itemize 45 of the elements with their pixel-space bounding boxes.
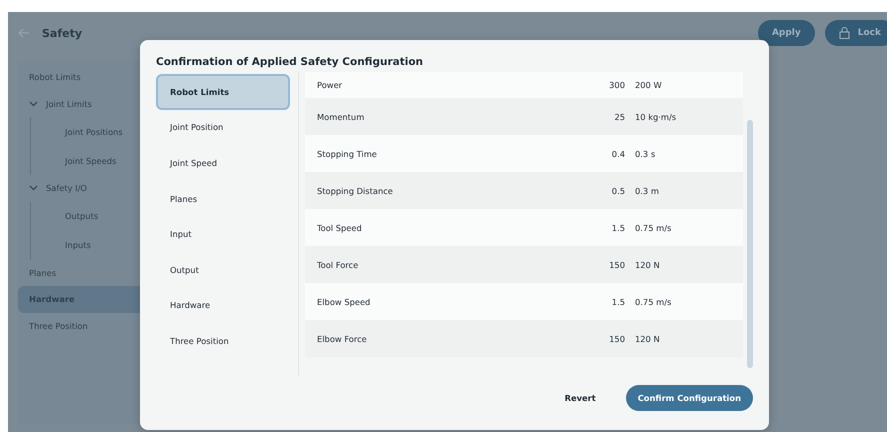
reduced-value: 120 N [634,334,661,344]
reduced-value: 120 N [634,260,661,270]
category-tab[interactable]: Hardware [156,288,290,324]
lock-button[interactable]: Lock [824,20,887,46]
confirm-button[interactable]: Confirm Configuration [626,385,753,411]
limit-value: 1.5 [610,296,625,306]
sidebar-item[interactable]: Joint Limits [18,90,152,117]
parameter-name: Stopping Distance [317,186,394,196]
scrollbar[interactable] [747,120,753,368]
limit-value: 0.5 [610,186,625,196]
reduced-value: 0.3 m [634,186,660,196]
revert-button[interactable]: Revert [552,385,608,411]
apply-button[interactable]: Apply [758,20,815,46]
chevron-down-icon [29,100,38,107]
limit-value: 150 [608,260,625,270]
back-arrow-icon[interactable] [18,28,30,38]
category-tab[interactable]: Joint Position [156,110,290,146]
sidebar-item[interactable]: Safety I/O [18,175,152,202]
page-title: Safety [42,26,84,40]
category-tab[interactable]: Joint Speed [156,145,290,181]
reduced-value: 0.3 s [634,148,656,158]
category-tab[interactable]: Three Position [156,323,290,359]
limit-value: 25 [613,112,625,122]
limit-value: 300 [608,80,625,90]
limit-value: 0.4 [610,148,625,158]
category-tab[interactable]: Output [156,252,290,288]
parameter-name: Power [317,80,344,90]
limit-value: 1.5 [610,222,625,232]
parameter-name: Momentum [317,112,366,122]
reduced-value: 10 kg·m/s [634,112,678,122]
reduced-value: 200 W [634,80,663,90]
parameter-name: Tool Speed [317,222,363,232]
reduced-value: 0.75 m/s [634,296,672,306]
limit-value: 150 [608,334,625,344]
category-tab[interactable]: Input [156,216,290,252]
parameter-name: Elbow Force [317,334,368,344]
parameter-name: Elbow Speed [317,296,372,306]
category-tab[interactable]: Planes [156,180,290,216]
dialog-title: Confirmation of Applied Safety Configuration [156,56,424,68]
padlock-icon [838,27,850,39]
reduced-value: 0.75 m/s [634,222,672,232]
chevron-down-icon [29,185,38,192]
parameter-name: Tool Force [317,260,360,270]
parameter-name: Stopping Time [317,148,378,158]
category-tab[interactable]: Robot Limits [156,74,290,110]
